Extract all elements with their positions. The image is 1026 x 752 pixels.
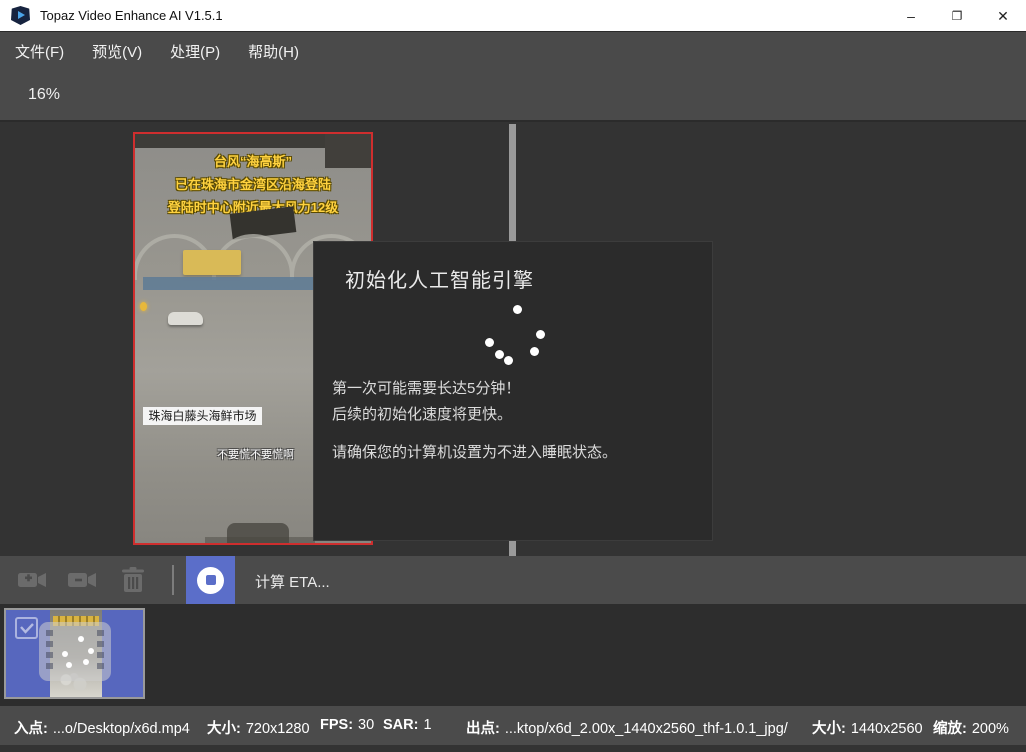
film-frame-icon bbox=[39, 622, 111, 681]
stop-processing-button[interactable] bbox=[186, 556, 235, 604]
camera-minus-icon bbox=[67, 566, 97, 594]
init-engine-dialog: 初始化人工智能引擎 第一次可能需要长达5分钟！ 后续的初始化速度将更快。 请确保… bbox=[313, 241, 713, 541]
video-caption-lines: 台风“海高斯” 已在珠海市金湾区沿海登陆 登陆时中心附近最大风力12级 bbox=[135, 150, 371, 219]
add-clip-button[interactable] bbox=[17, 566, 47, 594]
dialog-body-text: 第一次可能需要长达5分钟！ 后续的初始化速度将更快。 请确保您的计算机设置为不进… bbox=[332, 376, 617, 466]
close-button[interactable]: ✕ bbox=[980, 0, 1026, 32]
video-sub-caption: 不要慌不要慌啊 bbox=[217, 446, 294, 462]
app-logo-icon bbox=[11, 6, 30, 25]
menu-preview[interactable]: 预览(V) bbox=[92, 41, 142, 62]
app-window: Topaz Video Enhance AI V1.5.1 – ❐ ✕ 文件(F… bbox=[0, 0, 1026, 752]
clip-list-strip bbox=[0, 604, 1026, 706]
checkmark-icon bbox=[20, 623, 34, 634]
status-input-path: 入点:...o/Desktop/x6d.mp4 bbox=[14, 717, 190, 738]
window-controls: – ❐ ✕ bbox=[888, 0, 1026, 32]
menu-help[interactable]: 帮助(H) bbox=[248, 41, 299, 62]
status-sar: SAR:1 bbox=[383, 717, 432, 733]
status-bar: 入点:...o/Desktop/x6d.mp4 大小:720x1280 FPS:… bbox=[0, 706, 1026, 745]
menu-file[interactable]: 文件(F) bbox=[15, 41, 64, 62]
trash-icon bbox=[120, 566, 146, 594]
zoom-level-label: 16% bbox=[28, 86, 60, 104]
eta-label: 计算 ETA... bbox=[255, 571, 330, 592]
menu-process[interactable]: 处理(P) bbox=[170, 41, 220, 62]
window-title: Topaz Video Enhance AI V1.5.1 bbox=[40, 8, 223, 23]
maximize-button[interactable]: ❐ bbox=[934, 0, 980, 32]
dialog-title: 初始化人工智能引擎 bbox=[345, 264, 534, 293]
stop-processing-icon bbox=[197, 567, 224, 594]
camera-plus-icon bbox=[17, 566, 47, 594]
toolbar-divider bbox=[172, 565, 174, 595]
status-output-path: 出点:...ktop/x6d_2.00x_1440x2560_thf-1.0.1… bbox=[466, 717, 788, 738]
menu-bar: 文件(F) 预览(V) 处理(P) 帮助(H) bbox=[0, 32, 1026, 70]
video-scene-car bbox=[168, 312, 203, 325]
playback-toolbar: 16% / 357 [ : ] bbox=[0, 70, 1026, 122]
video-scene-shadow bbox=[205, 537, 315, 543]
video-location-label: 珠海白藤头海鲜市场 bbox=[143, 407, 262, 425]
remove-clip-button[interactable] bbox=[67, 566, 97, 594]
clip-thumbnail-selected[interactable] bbox=[4, 608, 145, 699]
video-scene-yellow-sign bbox=[183, 250, 241, 275]
status-fps: FPS:30 bbox=[320, 717, 374, 733]
video-scene-light bbox=[140, 302, 147, 311]
minimize-button[interactable]: – bbox=[888, 0, 934, 32]
window-bottom-edge bbox=[0, 745, 1026, 752]
delete-clip-button[interactable] bbox=[120, 566, 150, 594]
title-bar: Topaz Video Enhance AI V1.5.1 – ❐ ✕ bbox=[0, 0, 1026, 32]
process-toolbar: 计算 ETA... bbox=[0, 556, 1026, 604]
status-scale: 缩放:200% bbox=[933, 717, 1009, 738]
clip-checkbox[interactable] bbox=[15, 617, 38, 639]
status-output-size: 大小:1440x2560 bbox=[812, 717, 923, 738]
status-input-size: 大小:720x1280 bbox=[207, 717, 310, 738]
preview-area: 台风“海高斯” 已在珠海市金湾区沿海登陆 登陆时中心附近最大风力12级 珠海白藤… bbox=[0, 122, 1026, 556]
